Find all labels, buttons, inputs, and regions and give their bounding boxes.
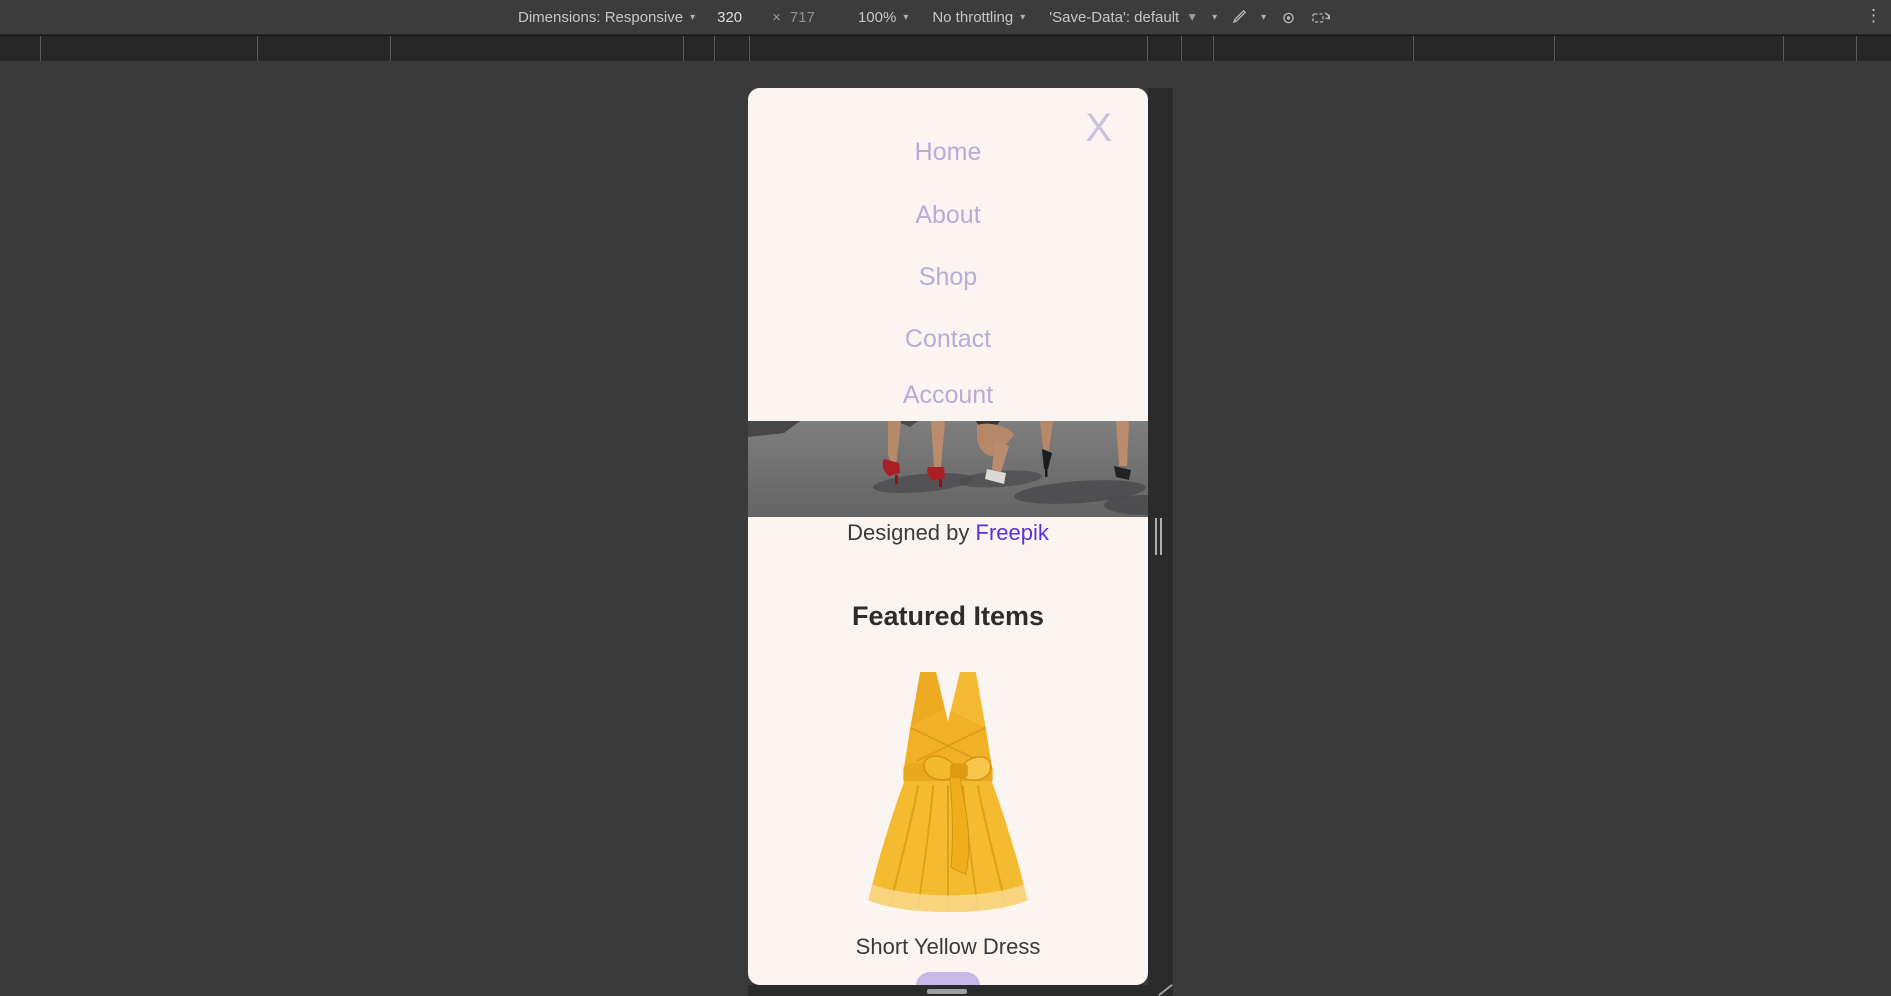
menu-item-account[interactable]: Account: [748, 379, 1148, 411]
media-query-tick: [257, 36, 258, 61]
device-toolbar-controls: Dimensions: Responsive ▾ 320 × 717 100% …: [518, 0, 1333, 34]
mobile-menu-overlay: X Home About Shop Contact Account: [748, 88, 1148, 421]
media-query-tick: [1181, 36, 1182, 61]
featured-items-heading: Featured Items: [748, 601, 1148, 632]
image-credit: Designed by Freepik: [748, 519, 1148, 547]
grip-line: [1160, 518, 1162, 555]
dimensions-dropdown[interactable]: Dimensions: Responsive: [518, 9, 683, 26]
zoom-dropdown[interactable]: 100%: [858, 9, 896, 26]
chevron-down-icon[interactable]: ▾: [1261, 12, 1266, 23]
hero-image: [748, 421, 1148, 517]
more-options-button[interactable]: ⋮: [1865, 6, 1881, 26]
rotate-device-icon[interactable]: [1311, 9, 1333, 26]
media-query-tick: [749, 36, 750, 61]
stylus-pen-icon[interactable]: [1231, 9, 1247, 25]
viewport-width-input[interactable]: 320: [717, 9, 742, 26]
media-query-tick: [1213, 36, 1214, 61]
menu-item-shop[interactable]: Shop: [748, 261, 1148, 293]
viewport-height-input[interactable]: 717: [790, 9, 815, 26]
viewport-resize-handle-corner[interactable]: [1158, 984, 1173, 996]
dimensions-times-separator: ×: [772, 9, 781, 26]
media-query-tick: [683, 36, 684, 61]
media-query-tick: [1147, 36, 1148, 61]
grip-bar: [927, 989, 967, 994]
viewport-resize-handle-bottom[interactable]: [748, 985, 1173, 996]
devtools-window: Dimensions: Responsive ▾ 320 × 717 100% …: [0, 0, 1891, 996]
media-query-bar[interactable]: [0, 35, 1891, 61]
device-toolbar: Dimensions: Responsive ▾ 320 × 717 100% …: [0, 0, 1891, 35]
menu-item-about[interactable]: About: [748, 199, 1148, 231]
chevron-down-icon[interactable]: ▾: [1020, 12, 1025, 23]
media-query-tick: [390, 36, 391, 61]
media-query-tick: [1783, 36, 1784, 61]
product-buy-button[interactable]: [916, 972, 980, 985]
freepik-link[interactable]: Freepik: [976, 520, 1049, 545]
chevron-down-icon[interactable]: ▾: [690, 12, 695, 23]
eye-icon[interactable]: [1280, 9, 1297, 25]
chevron-down-icon[interactable]: ▼: [1186, 10, 1198, 24]
media-query-tick: [40, 36, 41, 61]
device-viewport: Designed by Freepik Featured Items: [748, 88, 1148, 985]
grip-line: [1155, 518, 1157, 555]
product-image-yellow-dress: [848, 670, 1048, 918]
media-query-tick: [1856, 36, 1857, 61]
media-query-tick: [714, 36, 715, 61]
menu-item-contact[interactable]: Contact: [748, 323, 1148, 355]
chevron-down-icon[interactable]: ▾: [1212, 12, 1217, 23]
media-query-tick: [1554, 36, 1555, 61]
throttling-dropdown[interactable]: No throttling: [932, 9, 1013, 26]
save-data-dropdown[interactable]: 'Save-Data': default: [1049, 9, 1179, 26]
menu-item-home[interactable]: Home: [748, 136, 1148, 168]
media-query-tick: [1413, 36, 1414, 61]
viewport-resize-handle-right[interactable]: [1148, 88, 1173, 996]
chevron-down-icon[interactable]: ▾: [903, 12, 908, 23]
product-name: Short Yellow Dress: [748, 934, 1148, 960]
credit-text: Designed by: [847, 520, 969, 545]
